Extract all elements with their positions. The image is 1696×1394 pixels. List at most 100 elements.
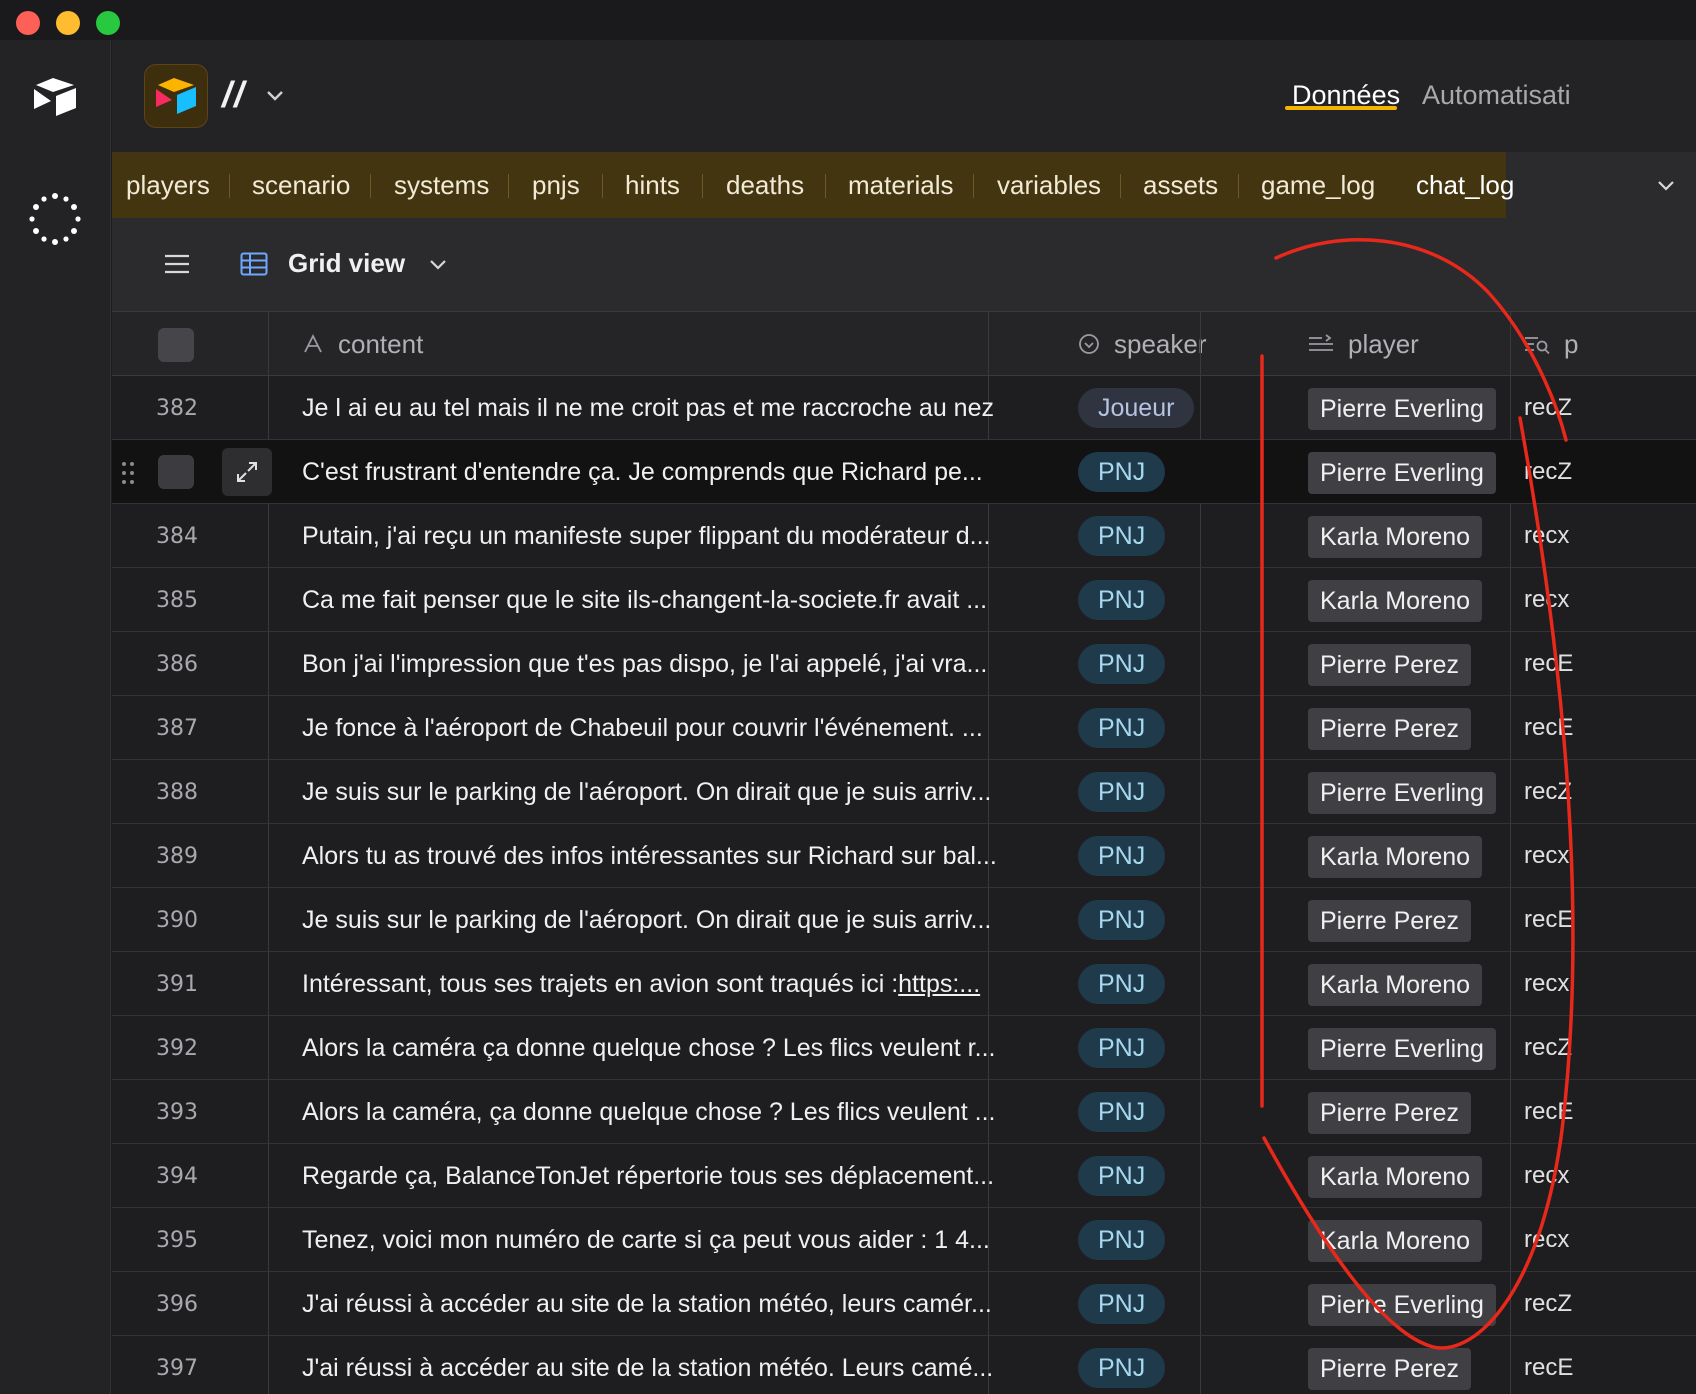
tab-scenario[interactable]: scenario (252, 170, 350, 201)
close-window-button[interactable] (16, 11, 40, 35)
cell-content[interactable]: Bon j'ai l'impression que t'es pas dispo… (302, 632, 1172, 696)
table-row[interactable]: 385 Ca me fait penser que le site ils-cha… (112, 568, 1696, 632)
cell-content[interactable]: Alors la caméra ça donne quelque chose ?… (302, 1016, 1172, 1080)
tab-players[interactable]: players (126, 170, 210, 201)
cell-content[interactable]: Putain, j'ai reçu un manifeste super fli… (302, 504, 1172, 568)
menu-icon[interactable] (164, 254, 190, 274)
table-row[interactable]: 386 Bon j'ai l'impression que t'es pas di… (112, 632, 1696, 696)
speaker-pill[interactable]: PNJ (1078, 1028, 1166, 1068)
cell-content[interactable]: Regarde ça, BalanceTonJet répertorie tou… (302, 1144, 1172, 1208)
speaker-pill[interactable]: PNJ (1078, 836, 1166, 876)
player-chip[interactable]: Pierre Everling (1308, 452, 1496, 494)
content-link[interactable]: https:... (898, 970, 980, 999)
tab-variables[interactable]: variables (997, 170, 1101, 201)
speaker-pill[interactable]: PNJ (1078, 1220, 1166, 1260)
player-chip[interactable]: Pierre Perez (1308, 1348, 1471, 1390)
player-chip[interactable]: Pierre Perez (1308, 644, 1471, 686)
column-header-player[interactable]: player (1308, 312, 1419, 376)
table-row[interactable]: 394 Regarde ça, BalanceTonJet répertorie … (112, 1144, 1696, 1208)
speaker-pill[interactable]: PNJ (1078, 964, 1166, 1004)
record-id-cell[interactable]: recZ (1524, 376, 1572, 440)
cell-content[interactable]: Intéressant, tous ses trajets en avion s… (302, 952, 1172, 1016)
cell-content[interactable]: J'ai réussi à accéder au site de la stat… (302, 1272, 1172, 1336)
record-id-cell[interactable]: recE (1524, 696, 1573, 760)
table-row[interactable]: 391 Intéressant, tous ses trajets en avio… (112, 952, 1696, 1016)
table-row[interactable]: 384 Putain, j'ai reçu un manifeste super … (112, 504, 1696, 568)
player-chip[interactable]: Pierre Perez (1308, 708, 1471, 750)
cell-content[interactable]: Ca me fait penser que le site ils-change… (302, 568, 1172, 632)
table-row[interactable]: 382 Je l ai eu au tel mais il ne me croit… (112, 376, 1696, 440)
record-id-cell[interactable]: recZ (1524, 1272, 1572, 1336)
speaker-pill[interactable]: PNJ (1078, 1284, 1166, 1324)
expand-record-button[interactable] (222, 448, 272, 496)
table-row[interactable]: 392 Alors la caméra ça donne quelque chos… (112, 1016, 1696, 1080)
record-id-cell[interactable]: recE (1524, 888, 1573, 952)
zoom-window-button[interactable] (96, 11, 120, 35)
column-header-content[interactable]: content (302, 312, 423, 376)
base-name[interactable]: // (222, 74, 246, 116)
record-id-cell[interactable]: recx (1524, 1208, 1569, 1272)
chevron-down-icon[interactable] (428, 258, 448, 272)
cell-content[interactable]: Je l ai eu au tel mais il ne me croit pa… (302, 376, 1172, 440)
cell-content[interactable]: Alors tu as trouvé des infos intéressant… (302, 824, 1172, 888)
table-row[interactable]: 393 Alors la caméra, ça donne quelque cho… (112, 1080, 1696, 1144)
player-chip[interactable]: Karla Moreno (1308, 580, 1483, 622)
player-chip[interactable]: Pierre Perez (1308, 1092, 1471, 1134)
tab-deaths[interactable]: deaths (726, 170, 804, 201)
tab-pnjs[interactable]: pnjs (532, 170, 580, 201)
speaker-pill[interactable]: PNJ (1078, 772, 1166, 812)
cell-content[interactable]: Je suis sur le parking de l'aéroport. On… (302, 888, 1172, 952)
player-chip[interactable]: Pierre Perez (1308, 900, 1471, 942)
nav-tab-automatisations[interactable]: Automatisati (1422, 80, 1571, 111)
player-chip[interactable]: Pierre Everling (1308, 772, 1496, 814)
player-chip[interactable]: Pierre Everling (1308, 1028, 1496, 1070)
speaker-pill[interactable]: PNJ (1078, 708, 1166, 748)
airtable-logo-icon[interactable] (32, 76, 78, 118)
table-row[interactable]: 396 J'ai réussi à accéder au site de la s… (112, 1272, 1696, 1336)
speaker-pill[interactable]: PNJ (1078, 580, 1166, 620)
record-id-cell[interactable]: recx (1524, 952, 1569, 1016)
player-chip[interactable]: Karla Moreno (1308, 1220, 1483, 1262)
minimize-window-button[interactable] (56, 11, 80, 35)
speaker-pill[interactable]: PNJ (1078, 1092, 1166, 1132)
table-row[interactable]: 395 Tenez, voici mon numéro de carte si ç… (112, 1208, 1696, 1272)
table-row[interactable]: 389 Alors tu as trouvé des infos intéress… (112, 824, 1696, 888)
speaker-pill[interactable]: PNJ (1078, 452, 1166, 492)
player-chip[interactable]: Karla Moreno (1308, 964, 1483, 1006)
tab-hints[interactable]: hints (625, 170, 680, 201)
tab-systems[interactable]: systems (394, 170, 489, 201)
cell-content[interactable]: Je fonce à l'aéroport de Chabeuil pour c… (302, 696, 1172, 760)
record-id-cell[interactable]: recx (1524, 568, 1569, 632)
record-id-cell[interactable]: recZ (1524, 440, 1572, 504)
player-chip[interactable]: Pierre Everling (1308, 1284, 1496, 1326)
record-id-cell[interactable]: recx (1524, 504, 1569, 568)
record-id-cell[interactable]: recZ (1524, 760, 1572, 824)
speaker-pill[interactable]: PNJ (1078, 1156, 1166, 1196)
speaker-pill[interactable]: PNJ (1078, 900, 1166, 940)
speaker-pill[interactable]: PNJ (1078, 516, 1166, 556)
view-name[interactable]: Grid view (288, 248, 405, 279)
speaker-pill[interactable]: Joueur (1078, 388, 1195, 428)
player-chip[interactable]: Karla Moreno (1308, 836, 1483, 878)
select-all-checkbox[interactable] (158, 328, 194, 362)
column-header-lookup[interactable]: p (1524, 312, 1578, 376)
record-id-cell[interactable]: recE (1524, 1080, 1573, 1144)
cell-content[interactable]: J'ai réussi à accéder au site de la stat… (302, 1336, 1172, 1394)
table-row[interactable]: 397 J'ai réussi à accéder au site de la s… (112, 1336, 1696, 1394)
tab-materials[interactable]: materials (848, 170, 953, 201)
column-header-speaker[interactable]: speaker (1078, 312, 1207, 376)
player-chip[interactable]: Pierre Everling (1308, 388, 1496, 430)
table-row[interactable]: 388 Je suis sur le parking de l'aéroport.… (112, 760, 1696, 824)
record-id-cell[interactable]: recx (1524, 824, 1569, 888)
tab-assets[interactable]: assets (1143, 170, 1218, 201)
cell-content[interactable]: Alors la caméra, ça donne quelque chose … (302, 1080, 1172, 1144)
cell-content[interactable]: C'est frustrant d'entendre ça. Je compre… (302, 440, 1172, 504)
record-id-cell[interactable]: recE (1524, 632, 1573, 696)
player-chip[interactable]: Karla Moreno (1308, 516, 1483, 558)
player-chip[interactable]: Karla Moreno (1308, 1156, 1483, 1198)
record-id-cell[interactable]: recE (1524, 1336, 1573, 1394)
base-icon[interactable] (144, 64, 208, 128)
cell-content[interactable]: Je suis sur le parking de l'aéroport. On… (302, 760, 1172, 824)
speaker-pill[interactable]: PNJ (1078, 644, 1166, 684)
table-row[interactable]: 390 Je suis sur le parking de l'aéroport.… (112, 888, 1696, 952)
